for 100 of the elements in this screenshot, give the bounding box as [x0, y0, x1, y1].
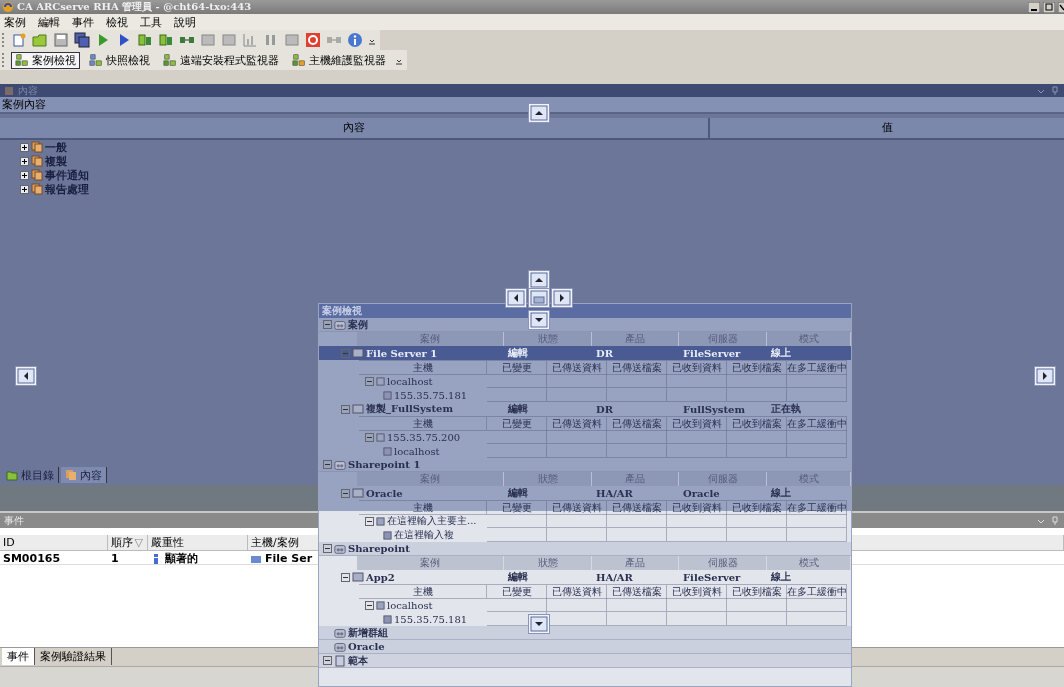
expander-icon[interactable] — [20, 156, 29, 166]
table-cell-text: 1 — [110, 552, 120, 565]
group-row[interactable]: 新增群組 — [319, 626, 851, 640]
group-icon — [334, 626, 346, 639]
collapse-icon[interactable] — [365, 432, 374, 442]
column-header: 在多工緩衝中 — [787, 584, 847, 599]
collapse-icon[interactable] — [323, 656, 332, 665]
maximize-icon[interactable] — [1043, 1, 1055, 13]
column-header: 已傳送檔案 — [607, 360, 667, 375]
dock-guide-icon[interactable] — [15, 366, 37, 386]
column-header[interactable]: 狀態 — [504, 556, 592, 570]
folder-icon[interactable] — [32, 32, 48, 48]
tree-item[interactable]: 複製 — [45, 153, 67, 169]
group-row[interactable]: 案例 — [319, 318, 851, 332]
collapse-icon[interactable] — [341, 404, 350, 414]
scenario-server: Oracle — [682, 487, 721, 499]
dock-guide-icon[interactable] — [551, 288, 573, 308]
expander-icon[interactable] — [20, 142, 29, 152]
pages-icon — [31, 141, 43, 153]
column-header[interactable]: 模式 — [767, 556, 851, 570]
group-row[interactable]: Oracle — [319, 640, 851, 654]
tree-item[interactable]: 報告處理 — [45, 181, 89, 197]
empty-cell — [667, 430, 727, 444]
tab[interactable]: 內容 — [61, 467, 107, 483]
close-icon[interactable] — [1058, 1, 1064, 13]
scenario-state: 編輯 — [507, 346, 529, 360]
menu-item[interactable]: 編輯 — [38, 14, 60, 30]
stop-icon[interactable] — [305, 32, 321, 48]
dock-guide-icon[interactable] — [528, 614, 550, 634]
collapse-icon[interactable] — [341, 572, 350, 582]
dock-guide-icon[interactable] — [528, 270, 550, 290]
column-header[interactable]: 嚴重性 — [148, 535, 248, 550]
collapse-icon[interactable] — [365, 516, 374, 526]
column-header[interactable]: 值 — [710, 118, 1064, 138]
scenario-state: 編輯 — [507, 402, 529, 416]
dock-guide-icon[interactable] — [528, 103, 550, 123]
scenario-product: DR — [595, 403, 614, 415]
group-name[interactable]: 範本 — [348, 653, 368, 668]
disks-icon[interactable] — [74, 32, 90, 48]
scenario-row[interactable]: 複製_FullSystem 編輯 DR FullSystem 正在執 — [319, 402, 851, 416]
empty-cell — [607, 612, 667, 626]
minimize-icon[interactable] — [1028, 1, 1040, 13]
view-button[interactable]: 遠端安裝程式監視器 — [159, 51, 283, 69]
group-icon — [334, 458, 346, 471]
column-header[interactable]: 產品 — [592, 556, 679, 570]
collapse-icon[interactable] — [365, 376, 374, 386]
dock-guide-icon[interactable] — [1034, 366, 1056, 386]
group-name[interactable]: 新增群組 — [348, 625, 388, 640]
template-icon — [334, 654, 346, 667]
view-button[interactable]: 主機維護監視器 — [288, 51, 390, 69]
table-cell-text: 顯著的 — [164, 551, 198, 566]
pages-icon — [65, 469, 77, 481]
view-icon — [292, 53, 306, 67]
menu-item[interactable]: 說明 — [174, 14, 196, 30]
group-name[interactable]: 案例 — [348, 317, 368, 332]
column-header[interactable]: 伺服器 — [679, 556, 767, 570]
new-document-icon[interactable] — [11, 32, 27, 48]
collapse-icon[interactable] — [341, 488, 350, 498]
empty-cell — [487, 528, 547, 542]
scenario-row[interactable]: App2 編輯 HA/AR FileServer 線上 — [319, 570, 851, 584]
column-header[interactable]: 順序▽ — [108, 535, 148, 550]
scenario-state: 編輯 — [507, 570, 529, 584]
empty-cell — [547, 528, 607, 542]
view-button[interactable]: 快照檢視 — [85, 51, 154, 69]
expander-icon[interactable] — [20, 170, 29, 180]
expander-icon[interactable] — [20, 184, 29, 194]
tree-item[interactable]: 事件通知 — [45, 167, 89, 183]
empty-cell — [727, 388, 787, 402]
column-header[interactable]: 案例 — [357, 556, 504, 570]
menu-item[interactable]: 工具 — [140, 14, 162, 30]
scenario-product: HA/AR — [595, 487, 634, 499]
empty-cell — [547, 430, 607, 444]
collapse-icon[interactable] — [323, 544, 332, 553]
group-name[interactable]: Oracle — [348, 641, 385, 652]
group-name[interactable]: Sharepoint 1 — [348, 459, 421, 470]
empty-cell — [787, 388, 847, 402]
tree-item[interactable]: 一般 — [45, 139, 67, 155]
menu-item[interactable]: 事件 — [72, 14, 94, 30]
tab[interactable]: 事件 — [2, 648, 35, 665]
menu-item[interactable]: 檢視 — [106, 14, 128, 30]
tab[interactable]: 根目錄 — [2, 467, 59, 483]
tab[interactable]: 案例驗證結果 — [35, 648, 112, 665]
host-name: 155.35.75.181 — [394, 389, 468, 401]
group-icon — [334, 640, 346, 653]
empty-cell — [787, 612, 847, 626]
view-button[interactable]: 案例檢視 — [11, 51, 80, 69]
scenario-icon — [352, 403, 364, 415]
collapse-icon[interactable] — [323, 320, 332, 329]
column-header: 主機 — [359, 500, 487, 515]
collapse-icon[interactable] — [365, 600, 374, 610]
group-name[interactable]: Sharepoint — [348, 543, 410, 554]
dock-guide-icon[interactable] — [528, 310, 550, 330]
info-icon[interactable] — [347, 32, 363, 48]
menu-item[interactable]: 案例 — [4, 14, 26, 30]
collapse-icon[interactable] — [323, 460, 332, 469]
group-row[interactable]: Sharepoint 1 — [319, 458, 851, 472]
scenario-row[interactable]: File Server 1 編輯 DR FileServer 線上 — [319, 346, 851, 360]
group-row[interactable]: Sharepoint — [319, 542, 851, 556]
column-header[interactable]: ID — [0, 535, 108, 550]
dock-guide-icon[interactable] — [505, 288, 527, 308]
